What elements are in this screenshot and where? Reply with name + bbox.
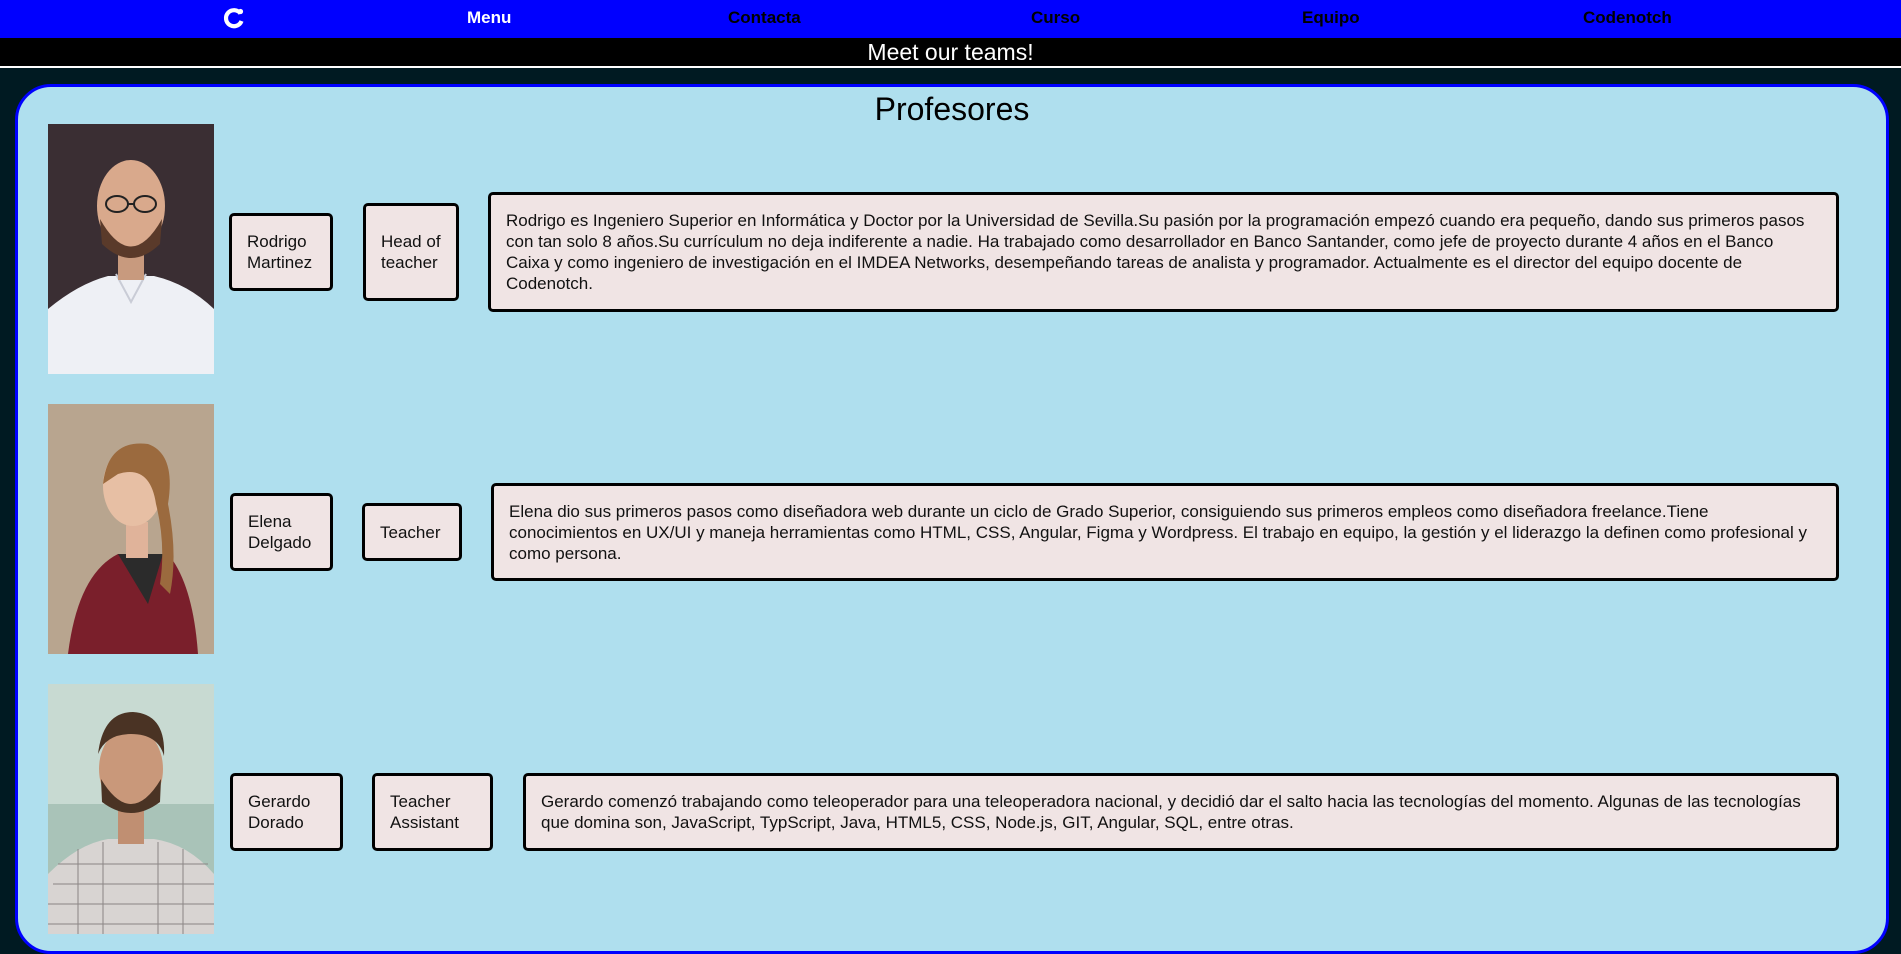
teacher-name: Elena Delgado [248, 512, 312, 552]
teacher-bio: Elena dio sus primeros pasos como diseña… [509, 501, 1807, 563]
nav-curso-link[interactable]: Curso [1031, 8, 1080, 28]
teacher-role-box: Head of teacher [363, 203, 459, 301]
nav-codenotch-link[interactable]: Codenotch [1583, 8, 1672, 28]
teacher-role-box: Teacher [362, 503, 462, 561]
teacher-name-box: Gerardo Dorado [230, 773, 343, 851]
page-subheader: Meet our teams! [0, 38, 1901, 68]
teacher-bio-box: Rodrigo es Ingeniero Superior en Informá… [488, 192, 1839, 312]
teacher-photo [48, 404, 214, 654]
teachers-panel: Profesores Rodrigo Martinez Head of teac… [15, 84, 1889, 954]
nav-contacta-link[interactable]: Contacta [728, 8, 801, 28]
teacher-name-box: Rodrigo Martinez [229, 213, 333, 291]
teacher-photo [48, 124, 214, 374]
teacher-bio-box: Gerardo comenzó trabajando como teleoper… [523, 773, 1839, 851]
teacher-bio: Rodrigo es Ingeniero Superior en Informá… [506, 211, 1805, 293]
teacher-photo [48, 684, 214, 934]
teacher-name-box: Elena Delgado [230, 493, 333, 571]
nav-menu-link[interactable]: Menu [467, 8, 511, 28]
codenotch-logo-icon[interactable] [222, 6, 246, 30]
teacher-role: Teacher Assistant [390, 792, 459, 832]
section-title: Profesores [874, 91, 1030, 127]
teacher-role: Teacher [380, 522, 441, 542]
top-navbar: Menu Contacta Curso Equipo Codenotch [0, 0, 1901, 38]
teacher-role: Head of teacher [381, 232, 441, 272]
nav-equipo-link[interactable]: Equipo [1302, 8, 1360, 28]
teacher-bio-box: Elena dio sus primeros pasos como diseña… [491, 483, 1839, 581]
teacher-role-box: Teacher Assistant [372, 773, 493, 851]
teacher-name: Rodrigo Martinez [247, 232, 313, 272]
teacher-bio: Gerardo comenzó trabajando como teleoper… [541, 792, 1801, 832]
teacher-name: Gerardo Dorado [248, 792, 311, 832]
